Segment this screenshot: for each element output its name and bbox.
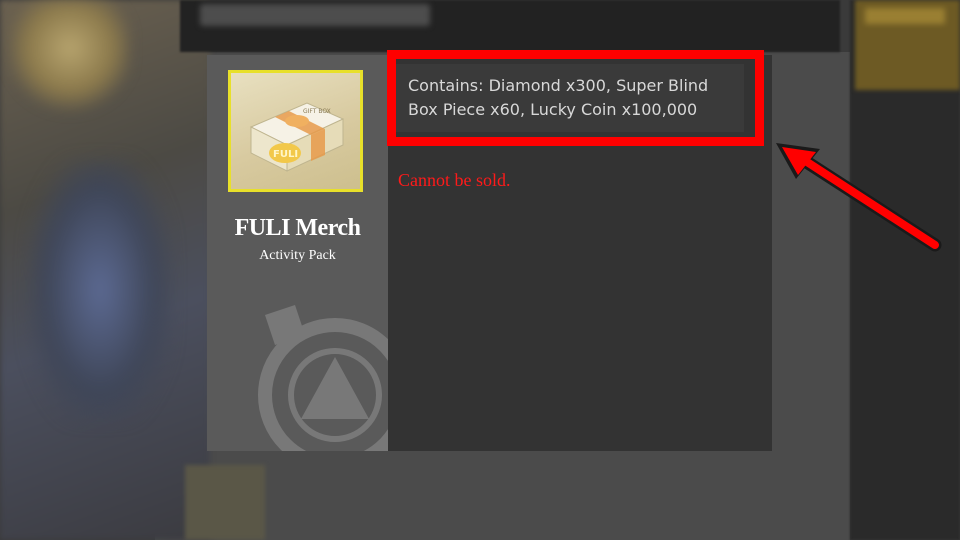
highlight-rectangle bbox=[387, 50, 764, 146]
gift-box-label: GIFT BOX bbox=[303, 108, 331, 115]
item-preview-panel: GIFT BOX FULI FULI Merch Activity Pack bbox=[207, 55, 388, 451]
background-character-body bbox=[30, 160, 170, 420]
item-type: Activity Pack bbox=[259, 248, 336, 263]
red-arrow-icon bbox=[776, 143, 942, 252]
game-screen: GIFT BOX FULI FULI Merch Activity Pack C… bbox=[0, 0, 960, 540]
background-item-thumbnail bbox=[185, 465, 265, 540]
item-icon-frame: GIFT BOX FULI bbox=[228, 70, 363, 192]
background-title bbox=[200, 4, 430, 26]
gift-box-icon: GIFT BOX FULI bbox=[249, 102, 345, 172]
sell-restriction-text: Cannot be sold. bbox=[398, 170, 511, 190]
gift-box-brand-text: FULI bbox=[273, 149, 298, 160]
background-character-hair bbox=[10, 0, 130, 120]
background-gold-button-label bbox=[865, 8, 945, 24]
emblem-watermark-icon bbox=[258, 305, 388, 451]
item-name: FULI Merch bbox=[234, 215, 361, 241]
